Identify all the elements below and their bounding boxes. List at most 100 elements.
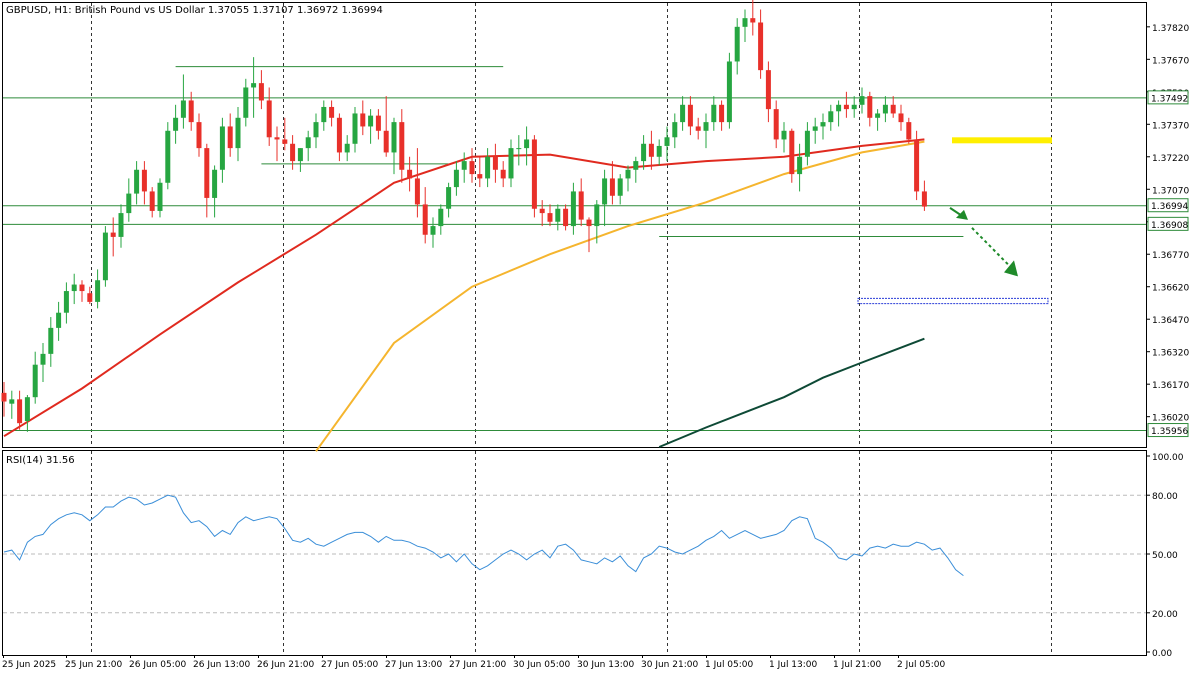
candle-body [219,126,225,170]
price-tick-label: 1.37370 [1152,121,1189,131]
price-label-text: 1.35956 [1151,427,1188,437]
candle-body [680,104,686,123]
time-tick-label: 30 Jun 05:00 [513,660,570,670]
chart-window: GBPUSD, H1: British Pound vs US Dollar 1… [0,0,1200,675]
candle-body [563,208,569,227]
candle-body [664,137,670,146]
price-tick-label: 1.36170 [1152,381,1189,391]
candle-body [461,161,467,170]
candle-body [321,106,327,123]
candle-body [711,104,717,123]
candle-body [17,399,23,424]
candle-body [204,148,210,198]
candle-body [570,191,576,227]
candle-body [617,178,623,196]
candle-body [24,397,30,422]
candle-body [212,169,218,198]
candle-body [672,122,678,138]
candle-body [180,100,186,118]
candle-body [422,204,428,235]
rsi-tick-label: 80.00 [1152,492,1178,502]
candle-body [438,208,444,227]
price-label-text: 1.37492 [1151,94,1188,104]
rsi-tick-label: 100.00 [1152,453,1184,463]
candle-body [79,284,85,292]
candle-body [414,178,420,205]
candle-body [719,104,725,123]
candle-body [282,139,288,144]
candle-body [266,100,272,138]
candle-body [290,143,296,162]
candle-body [188,100,194,123]
price-tick-label: 1.37070 [1152,186,1189,196]
candle-body [726,61,732,123]
candle-body [797,156,803,175]
candle-body [1,392,7,402]
candle-body [399,122,405,170]
candle-body [360,113,366,127]
candle-body [633,161,639,170]
candle-body [32,364,38,398]
candle-body [836,104,842,112]
time-tick-label: 1 Jul 05:00 [705,660,754,670]
candle-body [110,232,116,237]
candle-body [344,143,350,153]
candle-body [648,143,654,157]
candle-body [173,117,179,131]
candle-body [469,161,475,175]
candle-body [297,148,303,162]
candle-body [843,104,849,110]
time-tick-label: 2 Jul 05:00 [897,660,946,670]
candle-body [430,226,436,235]
candle-body [126,193,132,214]
candle-body [305,137,311,149]
rsi-tick-label: 50.00 [1152,551,1178,561]
candle-body [235,117,241,149]
candle-body [859,96,865,105]
candle-body [477,174,483,179]
price-tick-label: 1.37670 [1152,56,1189,66]
candle-body [227,126,233,149]
candle-body [485,156,491,179]
candle-body [695,126,701,131]
candle-body [789,130,795,175]
price-tick-label: 1.36320 [1152,349,1189,359]
candle-body [524,139,530,149]
candle-body [742,18,748,27]
candle-body [594,204,600,227]
candle-body [641,143,647,162]
candle-body [63,291,69,313]
candle-body [804,130,810,157]
time-tick-label: 27 Jun 05:00 [321,660,378,670]
candle-body [383,130,389,153]
candle-body [867,96,873,118]
chart-canvas[interactable]: GBPUSD, H1: British Pound vs US Dollar 1… [0,0,1200,675]
time-tick-label: 26 Jun 13:00 [193,660,250,670]
candle-body [375,115,381,131]
price-tick-label: 1.37220 [1152,154,1189,164]
candle-body [243,87,249,118]
price-label-text: 1.36908 [1151,221,1188,231]
candle-body [531,139,537,209]
time-tick-label: 1 Jul 13:00 [769,660,818,670]
candle-body [828,111,834,123]
candle-body [773,109,779,140]
chart-background [0,0,1200,675]
time-tick-label: 25 Jun 2025 [2,660,56,670]
rsi-tick-label: 0.00 [1152,649,1172,659]
candle-body [141,169,147,192]
candle-body [851,104,857,110]
candle-body [274,137,280,140]
time-tick-label: 1 Jul 21:00 [833,660,882,670]
candle-body [578,191,584,220]
candle-body [118,213,124,237]
candle-body [71,284,77,292]
symbol-header: GBPUSD, H1: British Pound vs US Dollar 1… [6,5,383,16]
candle-body [914,139,920,192]
candle-body [352,113,358,144]
candle-body [368,115,374,127]
time-tick-label: 26 Jun 21:00 [257,660,314,670]
time-tick-label: 30 Jun 21:00 [641,660,698,670]
candle-body [391,122,397,153]
candle-body [102,232,108,281]
